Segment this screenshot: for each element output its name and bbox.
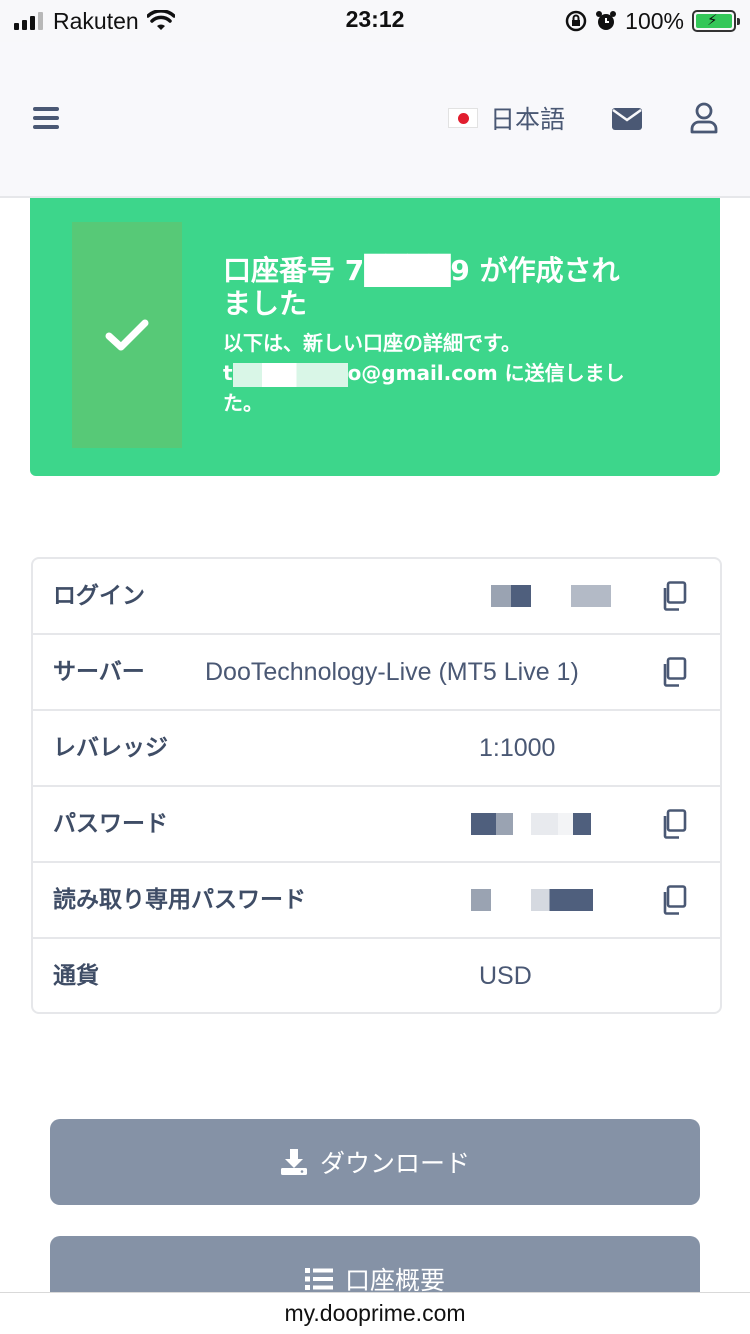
redacted-login [491, 585, 531, 607]
download-icon [280, 1149, 307, 1175]
detail-row-leverage: レバレッジ 1:1000 [33, 711, 720, 787]
menu-icon[interactable] [33, 107, 59, 129]
status-bar: Rakuten 23:12 100% ⚡ [0, 0, 750, 42]
redacted-password [471, 813, 513, 835]
redacted-readonly-password-2 [531, 889, 593, 911]
currency-label: 通貨 [53, 963, 99, 989]
banner-title: 口座番号 7████9 が作成されました [223, 254, 620, 320]
leverage-value: 1:1000 [479, 734, 556, 762]
banner-message: 以下は、新しい口座の詳細です。 t o@gmail.com に送信しました。 [223, 328, 643, 418]
redacted-readonly-password [471, 889, 491, 911]
copy-icon[interactable] [661, 657, 687, 687]
success-banner: 口座番号 7████9 が作成されました 以下は、新しい口座の詳細です。 t o@… [30, 198, 720, 476]
copy-icon[interactable] [661, 581, 687, 611]
list-icon [304, 1268, 333, 1290]
rotation-lock-icon [565, 10, 587, 32]
app-header: 日本語 [0, 42, 750, 198]
redacted-password-2 [531, 813, 591, 835]
leverage-label: レバレッジ [53, 735, 168, 761]
password-label: パスワード [53, 811, 168, 837]
detail-row-server: サーバー DooTechnology-Live (MT5 Live 1) [33, 635, 720, 711]
alarm-icon [596, 11, 617, 30]
detail-row-login: ログイン [33, 559, 720, 635]
redacted-login-2 [571, 585, 611, 607]
mail-icon[interactable] [612, 108, 642, 130]
currency-value: USD [479, 962, 532, 990]
server-value: DooTechnology-Live (MT5 Live 1) [205, 658, 579, 686]
url-text: my.dooprime.com [284, 1300, 466, 1326]
account-details-table: ログイン サーバー DooTechnology-Live (MT5 Live 1… [31, 557, 722, 1014]
banner-message-line1: 以下は、新しい口座の詳細です。 [223, 331, 521, 355]
download-label: ダウンロード [319, 1149, 470, 1178]
flag-icon [448, 108, 478, 128]
detail-row-currency: 通貨 USD [33, 939, 720, 1015]
language-label: 日本語 [490, 105, 566, 134]
banner-message-email: t o@gmail.com に送信しました。 [223, 358, 643, 418]
browser-url-bar[interactable]: my.dooprime.com [0, 1292, 750, 1334]
detail-row-readonly-password: 読み取り専用パスワード [33, 863, 720, 939]
battery-icon: ⚡ [692, 10, 740, 32]
login-label: ログイン [53, 583, 145, 609]
check-icon [72, 222, 182, 448]
server-label: サーバー [53, 659, 145, 685]
detail-row-password: パスワード [33, 787, 720, 863]
email-prefix: t [223, 361, 233, 385]
redacted-email [232, 362, 348, 387]
user-icon[interactable] [690, 102, 718, 134]
battery-percent: 100% [625, 7, 684, 34]
language-selector[interactable]: 日本語 [448, 100, 565, 136]
download-button[interactable]: ダウンロード [50, 1119, 700, 1205]
readonly-password-label: 読み取り専用パスワード [53, 887, 306, 913]
copy-icon[interactable] [661, 809, 687, 839]
copy-icon[interactable] [661, 885, 687, 915]
